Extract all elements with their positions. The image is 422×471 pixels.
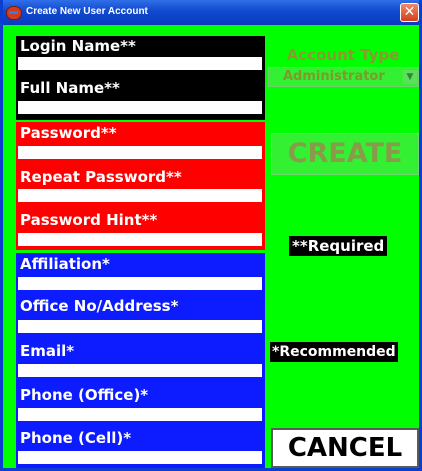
full-name-input[interactable]	[18, 101, 262, 114]
password-hint-input[interactable]	[18, 233, 262, 246]
account-type-select[interactable]: Administrator ▼	[268, 67, 419, 87]
required-note: **Required	[289, 236, 388, 256]
office-address-label: Office No/Address*	[20, 297, 179, 315]
email-label: Email*	[20, 342, 75, 360]
phone-cell-input[interactable]	[18, 451, 262, 464]
app-icon	[6, 6, 22, 20]
window-title: Create New User Account	[26, 6, 148, 17]
required-password-section: Password** Repeat Password** Password Hi…	[16, 122, 265, 250]
chevron-down-icon[interactable]: ▼	[403, 70, 417, 84]
recommended-section: Affiliation* Office No/Address* Email* P…	[16, 253, 265, 468]
affiliation-input[interactable]	[18, 277, 262, 290]
account-type-label: Account Type	[286, 46, 400, 64]
email-input[interactable]	[18, 364, 262, 377]
office-address-input[interactable]	[18, 320, 262, 333]
phone-office-label: Phone (Office)*	[20, 386, 149, 404]
create-user-window: Create New User Account ✕ Login Name** F…	[0, 0, 422, 471]
create-button[interactable]: CREATE	[271, 133, 419, 175]
title-bar[interactable]: Create New User Account ✕	[3, 0, 419, 25]
required-identity-section: Login Name** Full Name**	[16, 36, 265, 120]
close-icon[interactable]: ✕	[400, 3, 419, 22]
full-name-label: Full Name**	[20, 79, 120, 97]
repeat-password-input[interactable]	[18, 189, 262, 202]
phone-office-input[interactable]	[18, 408, 262, 421]
login-name-input[interactable]	[18, 57, 262, 70]
password-label: Password**	[20, 124, 117, 142]
password-input[interactable]	[18, 146, 262, 159]
account-type-value: Administrator	[283, 69, 385, 84]
recommended-note: *Recommended	[270, 342, 398, 362]
password-hint-label: Password Hint**	[20, 211, 158, 229]
side-panel: Account Type Administrator ▼ CREATE **Re…	[265, 25, 419, 468]
repeat-password-label: Repeat Password**	[20, 168, 182, 186]
phone-cell-label: Phone (Cell)*	[20, 429, 132, 447]
affiliation-label: Affiliation*	[20, 255, 110, 273]
login-name-label: Login Name**	[20, 37, 136, 55]
cancel-button[interactable]: CANCEL	[271, 428, 419, 468]
